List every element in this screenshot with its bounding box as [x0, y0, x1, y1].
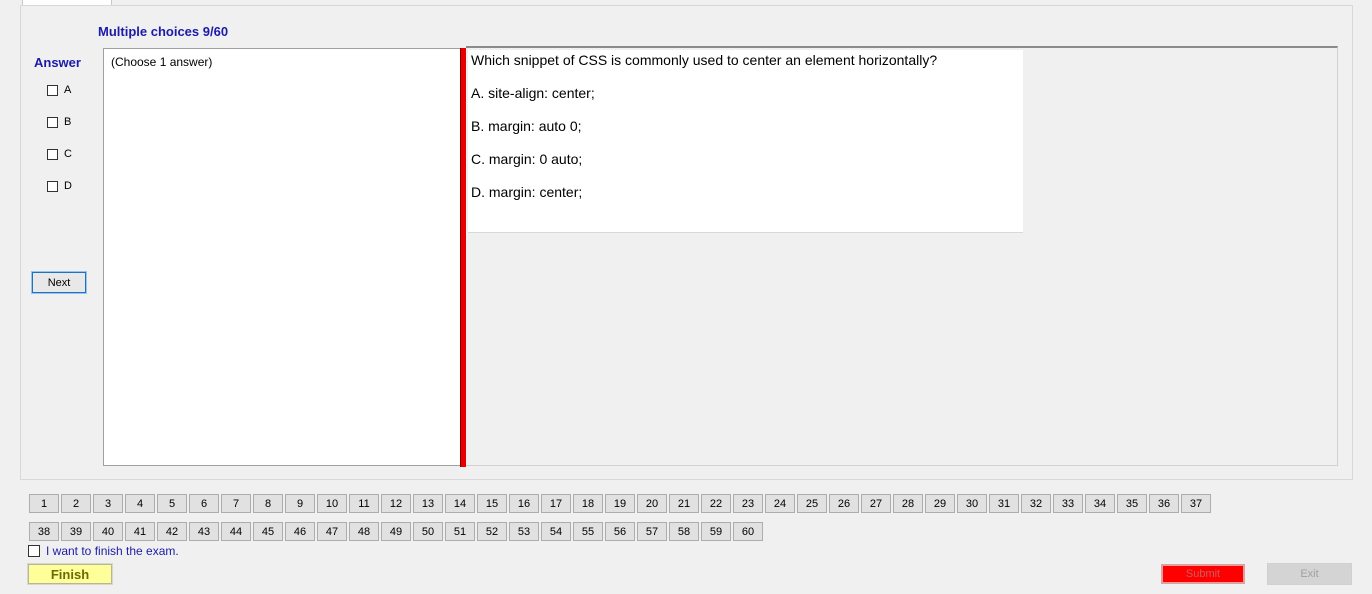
question-nav-button[interactable]: 2 [61, 494, 91, 513]
question-nav-button[interactable]: 23 [733, 494, 763, 513]
question-nav-button[interactable]: 48 [349, 522, 379, 541]
exit-button[interactable]: Exit [1267, 563, 1352, 585]
question-nav-button[interactable]: 11 [349, 494, 379, 513]
answer-option-letter: A [64, 84, 72, 96]
question-nav-button[interactable]: 37 [1181, 494, 1211, 513]
question-nav-button[interactable]: 5 [157, 494, 187, 513]
question-nav-button[interactable]: 58 [669, 522, 699, 541]
answer-option-c[interactable]: C [47, 147, 72, 161]
question-nav-button[interactable]: 7 [221, 494, 251, 513]
question-nav-button[interactable]: 53 [509, 522, 539, 541]
checkbox-c[interactable] [47, 148, 58, 160]
answer-option-b[interactable]: B [47, 115, 71, 129]
question-nav-button[interactable]: 3 [93, 494, 123, 513]
question-nav-button[interactable]: 4 [125, 494, 155, 513]
question-text: Which snippet of CSS is commonly used to… [471, 52, 938, 68]
question-nav-button[interactable]: 20 [637, 494, 667, 513]
question-nav-button[interactable]: 15 [477, 494, 507, 513]
question-nav-button[interactable]: 8 [253, 494, 283, 513]
question-nav-button[interactable]: 14 [445, 494, 475, 513]
question-nav-button[interactable]: 57 [637, 522, 667, 541]
question-nav-button[interactable]: 56 [605, 522, 635, 541]
page-title: Multiple choices 9/60 [98, 24, 229, 39]
question-nav-button[interactable]: 55 [573, 522, 603, 541]
choice-a: A. site-align: center; [471, 85, 595, 101]
answer-label: Answer [34, 55, 81, 70]
question-nav-button[interactable]: 19 [605, 494, 635, 513]
question-nav-button[interactable]: 38 [29, 522, 59, 541]
question-nav-button[interactable]: 31 [989, 494, 1019, 513]
question-nav-button[interactable]: 27 [861, 494, 891, 513]
question-box: Which snippet of CSS is commonly used to… [468, 50, 1023, 233]
question-nav-button[interactable]: 29 [925, 494, 955, 513]
question-nav-button[interactable]: 52 [477, 522, 507, 541]
question-nav-button[interactable]: 35 [1117, 494, 1147, 513]
answer-option-a[interactable]: A [47, 83, 71, 97]
question-nav-button[interactable]: 13 [413, 494, 443, 513]
question-nav-button[interactable]: 32 [1021, 494, 1051, 513]
question-nav-button[interactable]: 42 [157, 522, 187, 541]
question-nav-button[interactable]: 17 [541, 494, 571, 513]
question-navigator-row1: 1 2 3 4 5 6 7 8 9 10 11 12 13 14 15 16 17 18 19 20 21 22 23 24 2… [29, 494, 1211, 513]
next-button[interactable]: Next [31, 271, 87, 294]
question-nav-button[interactable]: 45 [253, 522, 283, 541]
question-nav-button[interactable]: 24 [765, 494, 795, 513]
question-nav-button[interactable]: 25 [797, 494, 827, 513]
choice-d: D. margin: center; [471, 184, 583, 200]
instruction-text: (Choose 1 answer) [111, 55, 213, 69]
question-nav-button[interactable]: 49 [381, 522, 411, 541]
choice-b: B. margin: auto 0; [471, 118, 582, 134]
question-nav-button[interactable]: 10 [317, 494, 347, 513]
question-nav-button[interactable]: 60 [733, 522, 763, 541]
answer-option-letter: B [64, 116, 72, 128]
answer-notes-pane[interactable]: (Choose 1 answer) [103, 48, 460, 466]
question-nav-button[interactable]: 22 [701, 494, 731, 513]
question-nav-button[interactable]: 33 [1053, 494, 1083, 513]
answer-option-letter: C [64, 148, 72, 160]
answer-option-d[interactable]: D [47, 179, 72, 193]
question-nav-button[interactable]: 34 [1085, 494, 1115, 513]
question-nav-button[interactable]: 9 [285, 494, 315, 513]
checkbox-a[interactable] [47, 84, 58, 96]
question-nav-button[interactable]: 59 [701, 522, 731, 541]
question-nav-button[interactable]: 51 [445, 522, 475, 541]
question-nav-button[interactable]: 41 [125, 522, 155, 541]
choice-c: C. margin: 0 auto; [471, 151, 583, 167]
question-nav-button[interactable]: 39 [61, 522, 91, 541]
question-nav-button[interactable]: 6 [189, 494, 219, 513]
question-nav-button[interactable]: 54 [541, 522, 571, 541]
finish-button[interactable]: Finish [27, 563, 113, 585]
checkbox-d[interactable] [47, 180, 58, 192]
question-nav-button[interactable]: 28 [893, 494, 923, 513]
question-nav-button[interactable]: 50 [413, 522, 443, 541]
question-nav-button[interactable]: 16 [509, 494, 539, 513]
finish-checkbox[interactable] [28, 545, 40, 557]
question-nav-button[interactable]: 18 [573, 494, 603, 513]
question-nav-button[interactable]: 1 [29, 494, 59, 513]
question-navigator-row2: 38 39 40 41 42 43 44 45 46 47 48 49 50 51 52 53 54 55 56 57… [29, 522, 763, 541]
question-nav-button[interactable]: 30 [957, 494, 987, 513]
question-nav-button[interactable]: 12 [381, 494, 411, 513]
question-nav-button[interactable]: 46 [285, 522, 315, 541]
submit-button[interactable]: Submit [1161, 564, 1245, 584]
question-nav-button[interactable]: 47 [317, 522, 347, 541]
answer-option-letter: D [64, 180, 72, 192]
question-nav-button[interactable]: 44 [221, 522, 251, 541]
finish-confirm[interactable]: I want to finish the exam. [28, 544, 179, 558]
finish-checkbox-label: I want to finish the exam. [46, 544, 179, 558]
checkbox-b[interactable] [47, 116, 58, 128]
question-nav-button[interactable]: 21 [669, 494, 699, 513]
question-nav-button[interactable]: 40 [93, 522, 123, 541]
question-nav-button[interactable]: 43 [189, 522, 219, 541]
question-nav-button[interactable]: 26 [829, 494, 859, 513]
question-nav-button[interactable]: 36 [1149, 494, 1179, 513]
